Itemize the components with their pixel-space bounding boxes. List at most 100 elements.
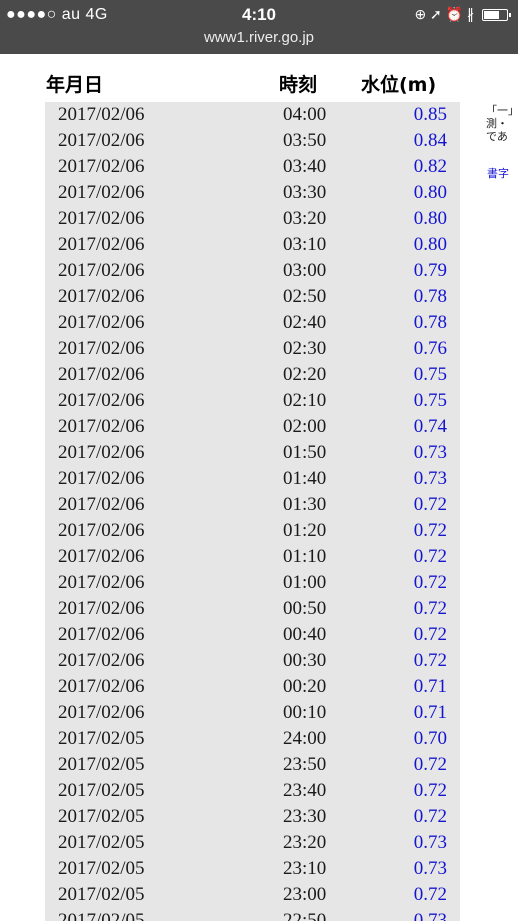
row-time: 01:20 xyxy=(283,520,327,541)
row-time: 01:40 xyxy=(283,468,327,489)
row-date: 2017/02/06 xyxy=(58,676,145,697)
address-bar-url[interactable]: www1.river.go.jp xyxy=(0,29,518,46)
row-water-level[interactable]: 0.73 xyxy=(414,830,447,856)
row-date: 2017/02/06 xyxy=(58,286,145,307)
row-date: 2017/02/05 xyxy=(58,806,145,827)
side-link[interactable]: 書字 xyxy=(487,165,509,181)
row-time: 02:50 xyxy=(283,286,327,307)
row-time: 01:00 xyxy=(283,572,327,593)
header-time: 時刻 xyxy=(279,74,318,96)
table-row: 2017/02/05 23:20 0.73 xyxy=(45,830,460,856)
row-water-level[interactable]: 0.79 xyxy=(414,258,447,284)
table-row: 2017/02/06 03:00 0.79 xyxy=(45,258,460,284)
table-row: 2017/02/06 02:10 0.75 xyxy=(45,388,460,414)
row-water-level[interactable]: 0.71 xyxy=(414,700,447,726)
table-row: 2017/02/06 03:50 0.84 xyxy=(45,128,460,154)
table-row: 2017/02/05 23:50 0.72 xyxy=(45,752,460,778)
table-row: 2017/02/06 03:20 0.80 xyxy=(45,206,460,232)
row-time: 00:20 xyxy=(283,676,327,697)
table-row: 2017/02/06 01:30 0.72 xyxy=(45,492,460,518)
row-time: 23:30 xyxy=(283,806,327,827)
row-water-level[interactable]: 0.80 xyxy=(414,180,447,206)
row-date: 2017/02/06 xyxy=(58,104,145,125)
row-water-level[interactable]: 0.72 xyxy=(414,648,447,674)
table-header: 年月日 時刻 水位(m) xyxy=(0,70,518,100)
table-row: 2017/02/06 02:00 0.74 xyxy=(45,414,460,440)
row-water-level[interactable]: 0.78 xyxy=(414,310,447,336)
row-water-level[interactable]: 0.80 xyxy=(414,232,447,258)
table-row: 2017/02/06 03:40 0.82 xyxy=(45,154,460,180)
table-row: 2017/02/05 24:00 0.70 xyxy=(45,726,460,752)
row-water-level[interactable]: 0.74 xyxy=(414,414,447,440)
row-water-level[interactable]: 0.72 xyxy=(414,492,447,518)
table-row: 2017/02/06 00:50 0.72 xyxy=(45,596,460,622)
table-row: 2017/02/05 22:50 0.73 xyxy=(45,908,460,921)
row-time: 02:30 xyxy=(283,338,327,359)
row-water-level[interactable]: 0.84 xyxy=(414,128,447,154)
row-water-level[interactable]: 0.73 xyxy=(414,440,447,466)
row-water-level[interactable]: 0.72 xyxy=(414,752,447,778)
row-water-level[interactable]: 0.76 xyxy=(414,336,447,362)
row-date: 2017/02/06 xyxy=(58,338,145,359)
row-date: 2017/02/06 xyxy=(58,650,145,671)
table-row: 2017/02/06 00:10 0.71 xyxy=(45,700,460,726)
table-row: 2017/02/06 01:20 0.72 xyxy=(45,518,460,544)
row-date: 2017/02/05 xyxy=(58,728,145,749)
side-note: 「一」 測・ であ xyxy=(486,104,518,143)
row-time: 03:20 xyxy=(283,208,327,229)
row-water-level[interactable]: 0.70 xyxy=(414,726,447,752)
row-date: 2017/02/06 xyxy=(58,468,145,489)
table-row: 2017/02/06 03:30 0.80 xyxy=(45,180,460,206)
row-date: 2017/02/06 xyxy=(58,208,145,229)
row-date: 2017/02/06 xyxy=(58,572,145,593)
row-date: 2017/02/06 xyxy=(58,494,145,515)
table-row: 2017/02/06 00:40 0.72 xyxy=(45,622,460,648)
row-time: 03:30 xyxy=(283,182,327,203)
row-water-level[interactable]: 0.72 xyxy=(414,596,447,622)
row-date: 2017/02/05 xyxy=(58,832,145,853)
table-row: 2017/02/06 00:20 0.71 xyxy=(45,674,460,700)
row-water-level[interactable]: 0.72 xyxy=(414,804,447,830)
table-row: 2017/02/06 01:50 0.73 xyxy=(45,440,460,466)
row-time: 02:00 xyxy=(283,416,327,437)
row-time: 04:00 xyxy=(283,104,327,125)
row-water-level[interactable]: 0.73 xyxy=(414,466,447,492)
status-bar: ●●●●○ au 4G 4:10 ⊕ ➚ ⏰ ∦ www1.river.go.j… xyxy=(0,0,518,54)
table-row: 2017/02/06 02:50 0.78 xyxy=(45,284,460,310)
row-water-level[interactable]: 0.73 xyxy=(414,908,447,921)
row-water-level[interactable]: 0.72 xyxy=(414,778,447,804)
row-water-level[interactable]: 0.72 xyxy=(414,544,447,570)
row-date: 2017/02/06 xyxy=(58,156,145,177)
row-date: 2017/02/06 xyxy=(58,416,145,437)
table-row: 2017/02/06 00:30 0.72 xyxy=(45,648,460,674)
row-water-level[interactable]: 0.73 xyxy=(414,856,447,882)
row-date: 2017/02/06 xyxy=(58,598,145,619)
row-water-level[interactable]: 0.72 xyxy=(414,518,447,544)
row-water-level[interactable]: 0.78 xyxy=(414,284,447,310)
row-time: 23:10 xyxy=(283,858,327,879)
row-date: 2017/02/06 xyxy=(58,702,145,723)
row-water-level[interactable]: 0.71 xyxy=(414,674,447,700)
row-water-level[interactable]: 0.72 xyxy=(414,882,447,908)
row-water-level[interactable]: 0.72 xyxy=(414,622,447,648)
table-row: 2017/02/05 23:00 0.72 xyxy=(45,882,460,908)
row-water-level[interactable]: 0.75 xyxy=(414,362,447,388)
table-row: 2017/02/06 02:30 0.76 xyxy=(45,336,460,362)
row-water-level[interactable]: 0.72 xyxy=(414,570,447,596)
row-time: 02:40 xyxy=(283,312,327,333)
row-time: 03:40 xyxy=(283,156,327,177)
row-date: 2017/02/06 xyxy=(58,130,145,151)
table-row: 2017/02/06 03:10 0.80 xyxy=(45,232,460,258)
row-water-level[interactable]: 0.75 xyxy=(414,388,447,414)
header-water-level: 水位(m) xyxy=(361,74,437,96)
row-water-level[interactable]: 0.80 xyxy=(414,206,447,232)
water-level-table: 2017/02/06 04:00 0.85 2017/02/06 03:50 0.84 20… xyxy=(45,102,460,921)
row-time: 01:50 xyxy=(283,442,327,463)
row-date: 2017/02/06 xyxy=(58,234,145,255)
row-water-level[interactable]: 0.82 xyxy=(414,154,447,180)
row-time: 00:10 xyxy=(283,702,327,723)
row-time: 00:50 xyxy=(283,598,327,619)
row-water-level[interactable]: 0.85 xyxy=(414,102,447,128)
table-row: 2017/02/06 04:00 0.85 xyxy=(45,102,460,128)
battery-icon xyxy=(482,8,511,21)
